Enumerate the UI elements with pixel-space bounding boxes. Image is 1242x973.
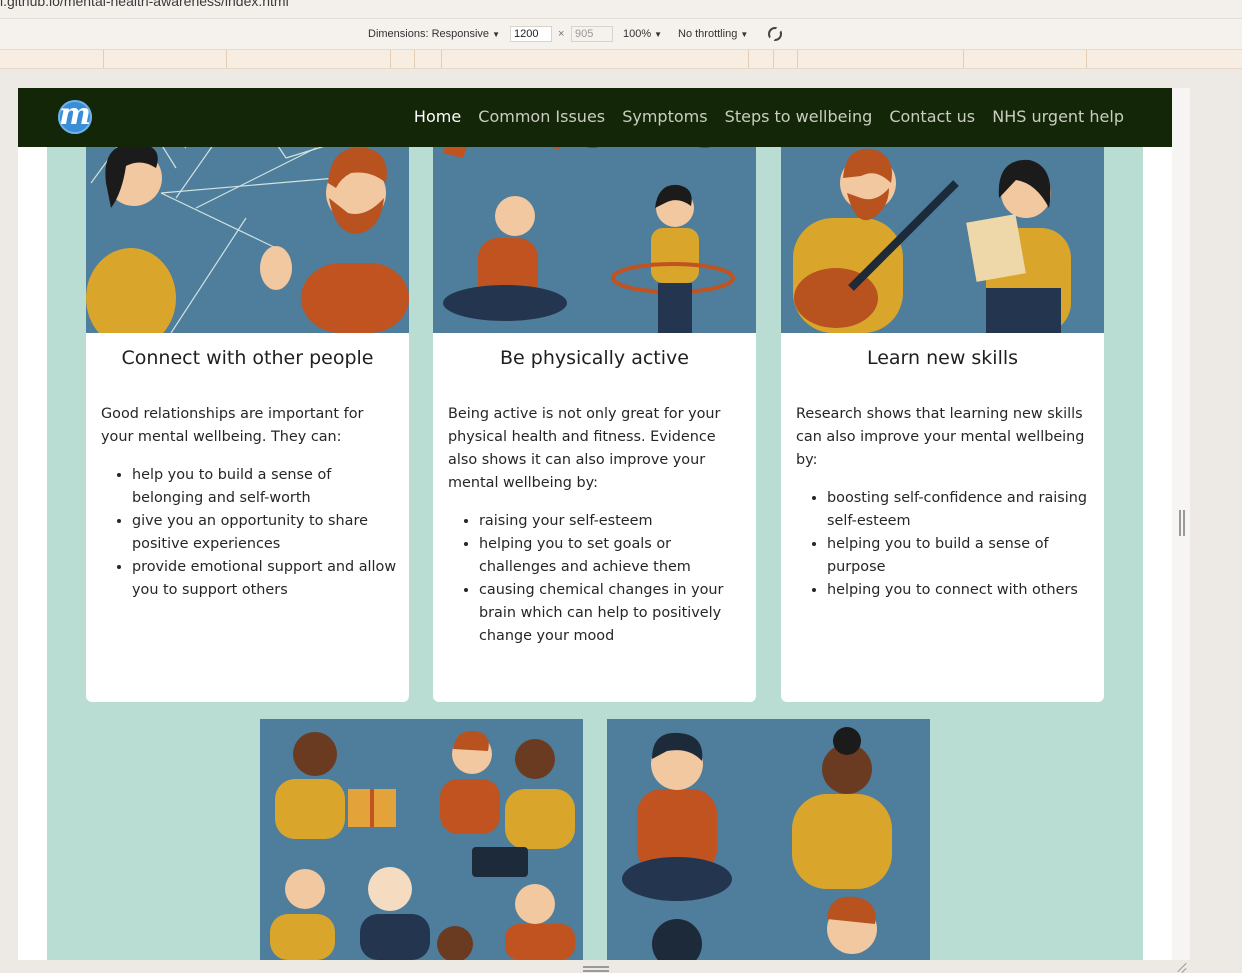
card-active: Be physically active Being active is not… <box>433 88 756 702</box>
rotate-icon[interactable] <box>768 27 782 41</box>
dimensions-label: Dimensions: Responsive <box>368 28 490 40</box>
nav-link-symptoms[interactable]: Symptoms <box>622 107 707 126</box>
navbar: m Home Common Issues Symptoms Steps to w… <box>18 88 1172 147</box>
nav-link-common-issues[interactable]: Common Issues <box>478 107 605 126</box>
bullet-list: help you to build a sense of belonging a… <box>101 464 398 602</box>
card-intro: Being active is not only great for your … <box>448 406 721 491</box>
card-body: Research shows that learning new skills … <box>796 403 1093 602</box>
list-item: raising your self-esteem <box>479 510 745 533</box>
dimensions-dropdown[interactable]: Dimensions: Responsive ▼ <box>368 28 500 40</box>
list-item: boosting self-confidence and raising sel… <box>827 487 1093 533</box>
page-viewport: m Home Common Issues Symptoms Steps to w… <box>18 88 1172 960</box>
throttling-dropdown[interactable]: No throttling ▼ <box>678 28 748 40</box>
card-intro: Research shows that learning new skills … <box>796 406 1085 468</box>
times-symbol: × <box>558 28 565 40</box>
list-item: help you to build a sense of belonging a… <box>132 464 398 510</box>
mindfulness-illustration <box>607 719 930 960</box>
nav-link-steps-to-wellbeing[interactable]: Steps to wellbeing <box>725 107 873 126</box>
list-item: helping you to connect with others <box>827 579 1093 602</box>
list-item: causing chemical changes in your brain w… <box>479 579 745 648</box>
card-learn: Learn new skills Research shows that lea… <box>781 88 1104 702</box>
zoom-label: 100% <box>623 28 652 40</box>
nav-link-home[interactable]: Home <box>414 107 461 126</box>
card-intro: Good relationships are important for you… <box>101 406 364 445</box>
list-item: give you an opportunity to share positiv… <box>132 510 398 556</box>
caret-down-icon: ▼ <box>654 30 663 39</box>
bullet-list: boosting self-confidence and raising sel… <box>796 487 1093 602</box>
right-resize-handle[interactable] <box>1179 510 1185 536</box>
card-body: Being active is not only great for your … <box>448 403 745 648</box>
device-toolbar: Dimensions: Responsive ▼ 1200 × 905 100% ▼… <box>0 19 1242 50</box>
site-logo[interactable]: m <box>58 100 92 134</box>
list-item: provide emotional support and allow you … <box>132 556 398 602</box>
caret-down-icon: ▼ <box>740 30 749 39</box>
address-bar[interactable]: i.github.io/mental-health-awareness/inde… <box>0 0 1242 19</box>
nav-link-nhs-urgent-help[interactable]: NHS urgent help <box>992 107 1124 126</box>
card-title: Connect with other people <box>121 347 374 369</box>
card-body: Good relationships are important for you… <box>101 403 398 602</box>
caret-down-icon: ▼ <box>492 30 500 39</box>
card-title: Be physically active <box>500 347 689 369</box>
give-illustration <box>260 719 583 960</box>
card-connect: Connect with other people Good relations… <box>86 88 409 702</box>
card-title: Learn new skills <box>866 347 1019 369</box>
height-input[interactable]: 905 <box>571 26 613 42</box>
corner-resize-handle[interactable] <box>1176 961 1188 973</box>
list-item: helping you to build a sense of purpose <box>827 533 1093 579</box>
bottom-resize-handle[interactable] <box>583 966 609 972</box>
nav-link-contact-us[interactable]: Contact us <box>889 107 975 126</box>
throttling-label: No throttling <box>678 28 738 40</box>
nav-menu: Home Common Issues Symptoms Steps to wel… <box>402 107 1124 126</box>
bullet-list: raising your self-esteem helping you to … <box>448 510 745 648</box>
width-input[interactable]: 1200 <box>510 26 552 42</box>
url-text: i.github.io/mental-health-awareness/inde… <box>0 0 289 9</box>
media-query-bar[interactable] <box>0 50 1242 69</box>
list-item: helping you to set goals or challenges a… <box>479 533 745 579</box>
zoom-dropdown[interactable]: 100% ▼ <box>623 28 662 40</box>
